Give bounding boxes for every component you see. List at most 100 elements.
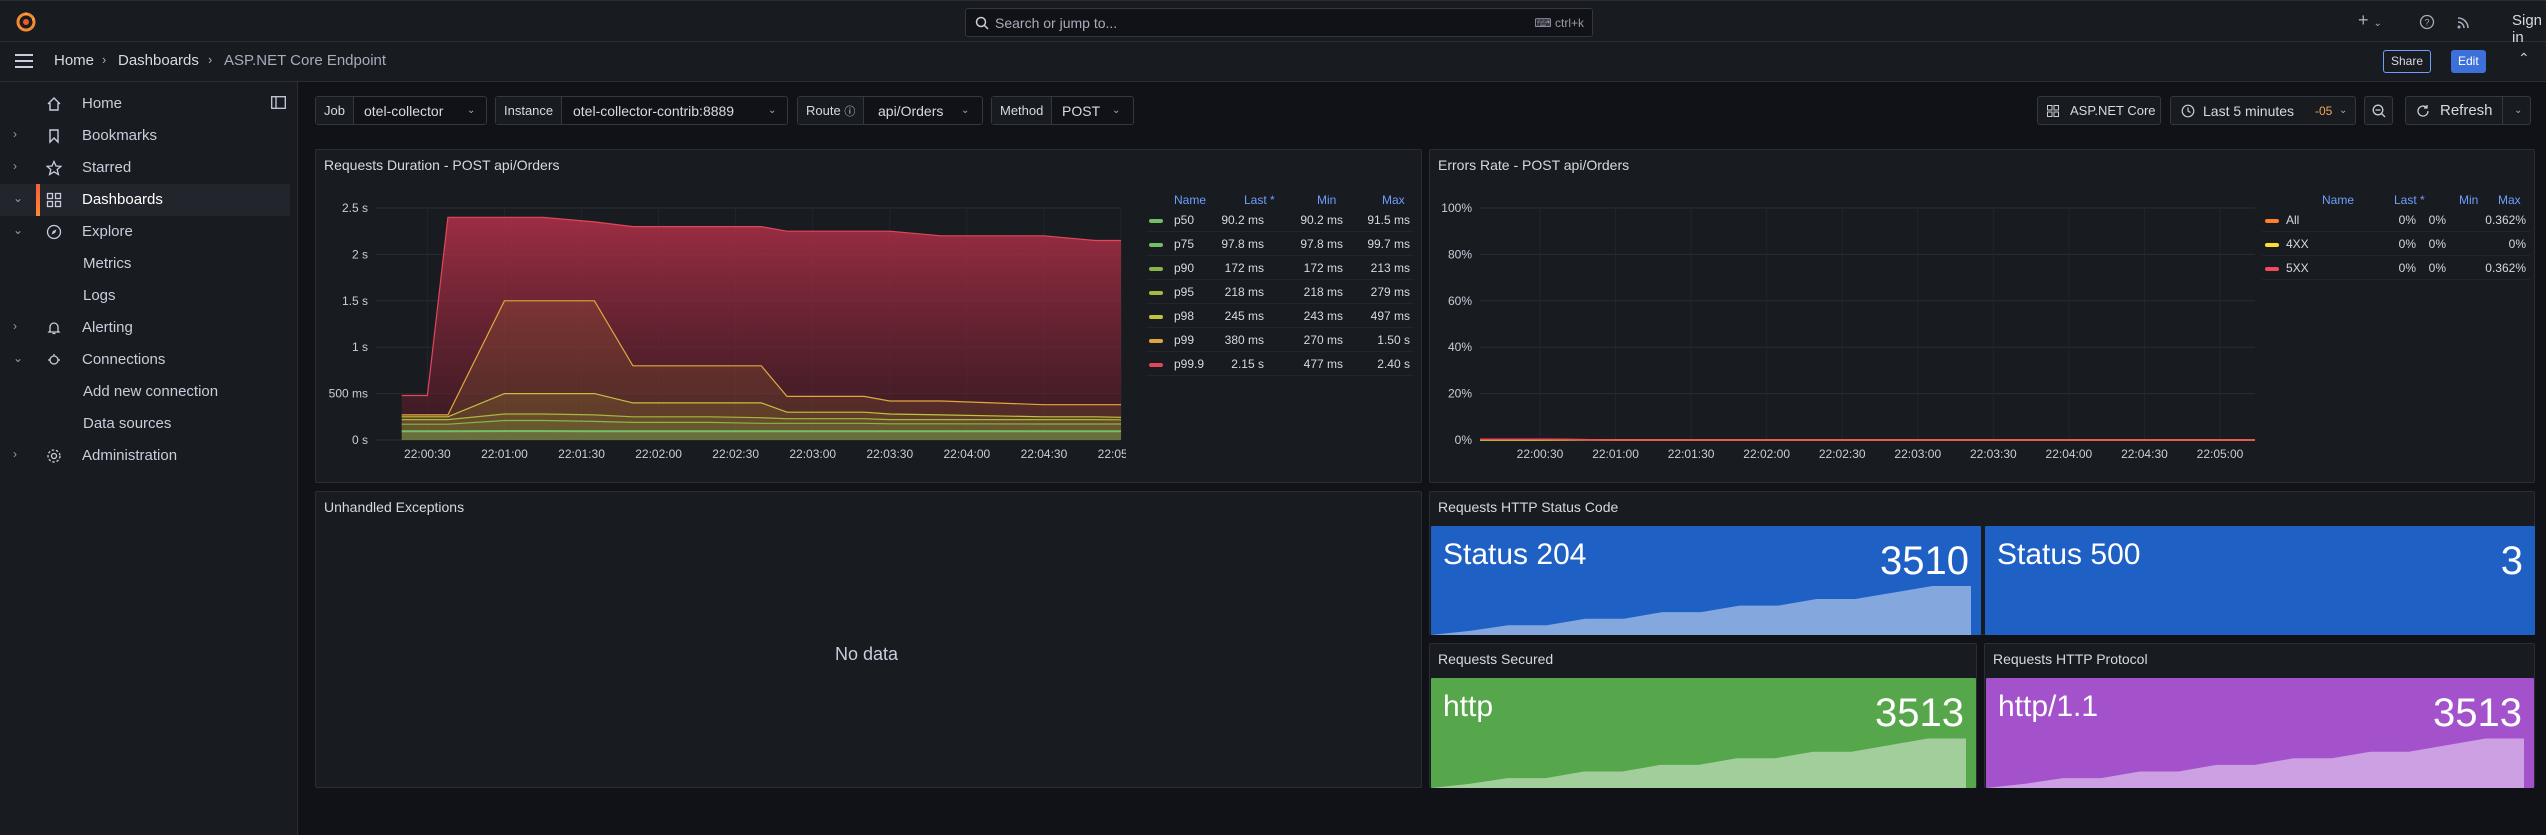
stat-status-500[interactable]: Status 500 3	[1985, 526, 2535, 635]
variable-method[interactable]: Method POST ⌄	[991, 96, 1134, 125]
sidebar-item-alerting[interactable]: › Alerting	[0, 312, 290, 344]
sidebar-item-connections[interactable]: ⌄ Connections	[0, 344, 290, 376]
chevron-right-icon[interactable]: ›	[13, 159, 17, 173]
breadcrumb-home[interactable]: Home	[54, 52, 94, 69]
sidebar-item-metrics[interactable]: Metrics	[0, 248, 290, 280]
info-icon[interactable]: ⓘ	[844, 106, 855, 118]
x-tick-label: 22:02:30	[712, 447, 759, 461]
x-tick-label: 22:01:00	[481, 447, 528, 461]
x-tick-label: 22:04:30	[1021, 447, 1068, 461]
legend-header-max[interactable]: Max	[2498, 193, 2521, 207]
y-tick-label: 2 s	[352, 247, 368, 261]
legend-row-p90[interactable]: p90 172 ms 172 ms 213 ms	[1146, 256, 1414, 280]
legend-row-p98[interactable]: p98 245 ms 243 ms 497 ms	[1146, 304, 1414, 328]
panel-unhandled-exceptions: Unhandled Exceptions No data	[315, 491, 1422, 788]
collapse-icon[interactable]: ⌃	[2518, 50, 2530, 67]
sidebar-item-label: Logs	[83, 287, 116, 304]
time-range-picker[interactable]: Last 5 minutes -05 ⌄	[2170, 96, 2356, 125]
panel-http-status-code: Requests HTTP Status Code Status 204 351…	[1429, 491, 2535, 635]
sidebar-item-dashboards[interactable]: ⌄ Dashboards	[0, 184, 290, 216]
legend-row-All[interactable]: All 0% 0% 0.362%	[2262, 208, 2530, 232]
x-tick-label: 22:04:00	[944, 447, 991, 461]
menu-icon[interactable]	[15, 54, 33, 68]
legend-header-name[interactable]: Name	[2322, 193, 2354, 207]
sign-in-link[interactable]: Sign in	[2512, 12, 2546, 46]
sidebar-item-label: Administration	[82, 447, 178, 464]
legend-swatch	[1149, 291, 1163, 295]
x-tick-label: 22:05:00	[1098, 447, 1126, 461]
legend-header-name[interactable]: Name	[1174, 193, 1206, 207]
legend-last: 90.2 ms	[1221, 213, 1264, 227]
stat-http-1-1[interactable]: http/1.1 3513	[1986, 678, 2534, 788]
refresh-button[interactable]: Refresh ⌄	[2405, 96, 2531, 125]
sidebar-item-bookmarks[interactable]: › Bookmarks	[0, 120, 290, 152]
x-tick-label: 22:00:30	[404, 447, 451, 461]
help-icon[interactable]: ?	[2419, 14, 2435, 30]
sidebar-item-logs[interactable]: Logs	[0, 280, 290, 312]
legend-header-min[interactable]: Min	[2459, 193, 2478, 207]
x-tick-label: 22:01:30	[1668, 447, 1715, 461]
top-bar: Search or jump to... ⌨ ctrl+k + ⌄ ? Sign…	[0, 0, 2546, 46]
stat-name: Status 500	[1997, 538, 2141, 571]
breadcrumb-bar: Home › Dashboards › ASP.NET Core Endpoin…	[0, 42, 2546, 82]
stat-status-204[interactable]: Status 204 3510	[1431, 526, 1981, 635]
timezone-offset: -05	[2315, 104, 2333, 118]
legend-header-max[interactable]: Max	[1382, 193, 1405, 207]
chevron-down-icon: ⌄	[1112, 105, 1121, 116]
sidebar-item-label: Explore	[82, 223, 133, 240]
refresh-interval-dropdown[interactable]: ⌄	[2514, 105, 2522, 116]
legend-row-p99[interactable]: p99 380 ms 270 ms 1.50 s	[1146, 328, 1414, 352]
chevron-down-icon[interactable]: ⌄	[13, 223, 23, 237]
legend-max: 0.362%	[2485, 213, 2526, 227]
sidebar-item-administration[interactable]: › Administration	[0, 440, 290, 472]
x-tick-label: 22:03:30	[1970, 447, 2017, 461]
dashboard-link-aspnet[interactable]: ASP.NET Core	[2037, 96, 2161, 125]
sidebar-item-home[interactable]: Home	[0, 88, 290, 120]
share-button[interactable]: Share	[2383, 50, 2432, 73]
zoom-out-button[interactable]	[2364, 96, 2393, 125]
legend-last: 245 ms	[1224, 309, 1264, 323]
x-tick-label: 22:01:00	[1592, 447, 1639, 461]
legend-row-p75[interactable]: p75 97.8 ms 97.8 ms 99.7 ms	[1146, 232, 1414, 256]
edit-button[interactable]: Edit	[2451, 50, 2486, 73]
legend-row-p99.9[interactable]: p99.9 2.15 s 477 ms 2.40 s	[1146, 352, 1414, 376]
errors-chart[interactable]: 0% 20% 40% 60% 80% 100% 22:00:30 22:01:00 22:01:…	[1430, 190, 2260, 480]
legend-row-5XX[interactable]: 5XX 0% 0% 0.362%	[2262, 256, 2530, 280]
sidebar-item-starred[interactable]: › Starred	[0, 152, 290, 184]
stat-http[interactable]: http 3513	[1431, 678, 1976, 788]
chevron-right-icon[interactable]: ›	[13, 447, 17, 461]
sidebar-item-add-new-connection[interactable]: Add new connection	[0, 376, 290, 408]
sidebar-item-label: Connections	[82, 351, 166, 368]
news-feed-icon[interactable]	[2456, 14, 2472, 30]
variable-route[interactable]: Route ⓘ api/Orders ⌄	[797, 96, 983, 125]
chevron-down-icon[interactable]: ⌄	[13, 191, 23, 205]
panel-errors-rate: Errors Rate - POST api/Orders 0% 20% 40% 60…	[1429, 149, 2535, 483]
duration-chart[interactable]: 0 s 500 ms 1 s 1.5 s 2 s 2.5 s 22:00:30 22:01:0…	[316, 190, 1126, 480]
legend-header-last[interactable]: Last *	[1244, 193, 1275, 207]
legend-row-4XX[interactable]: 4XX 0% 0% 0%	[2262, 232, 2530, 256]
sidebar-item-explore[interactable]: ⌄ Explore	[0, 216, 290, 248]
legend-header-last[interactable]: Last *	[2394, 193, 2425, 207]
chevron-right-icon[interactable]: ›	[13, 127, 17, 141]
grafana-logo-icon[interactable]	[15, 11, 37, 33]
sidebar-item-data-sources[interactable]: Data sources	[0, 408, 290, 440]
new-button[interactable]: + ⌄	[2358, 10, 2382, 31]
x-tick-label: 22:03:00	[1894, 447, 1941, 461]
legend-row-p95[interactable]: p95 218 ms 218 ms 279 ms	[1146, 280, 1414, 304]
breadcrumb-dashboards[interactable]: Dashboards	[118, 52, 199, 69]
stat-name: http/1.1	[1998, 690, 2099, 723]
legend-max: 213 ms	[1370, 261, 1410, 275]
legend-row-p50[interactable]: p50 90.2 ms 90.2 ms 91.5 ms	[1146, 208, 1414, 232]
chevron-down-icon[interactable]: ⌄	[13, 351, 23, 365]
panel-title: Errors Rate - POST api/Orders	[1438, 157, 1630, 173]
x-tick-label: 22:03:00	[789, 447, 836, 461]
variable-instance[interactable]: Instance otel-collector-contrib:8889 ⌄	[495, 96, 788, 125]
time-range-label: Last 5 minutes	[2203, 103, 2295, 119]
legend-last: 2.15 s	[1231, 357, 1264, 371]
chevron-right-icon[interactable]: ›	[13, 319, 17, 333]
search-input[interactable]: Search or jump to... ⌨ ctrl+k	[965, 8, 1593, 37]
legend-swatch	[2265, 243, 2279, 247]
errors-legend: Name Last * Min Max All 0% 0% 0.362% 4XX 0% 0%…	[2262, 193, 2530, 280]
variable-job[interactable]: Job otel-collector ⌄	[315, 96, 487, 125]
legend-header-min[interactable]: Min	[1317, 193, 1336, 207]
